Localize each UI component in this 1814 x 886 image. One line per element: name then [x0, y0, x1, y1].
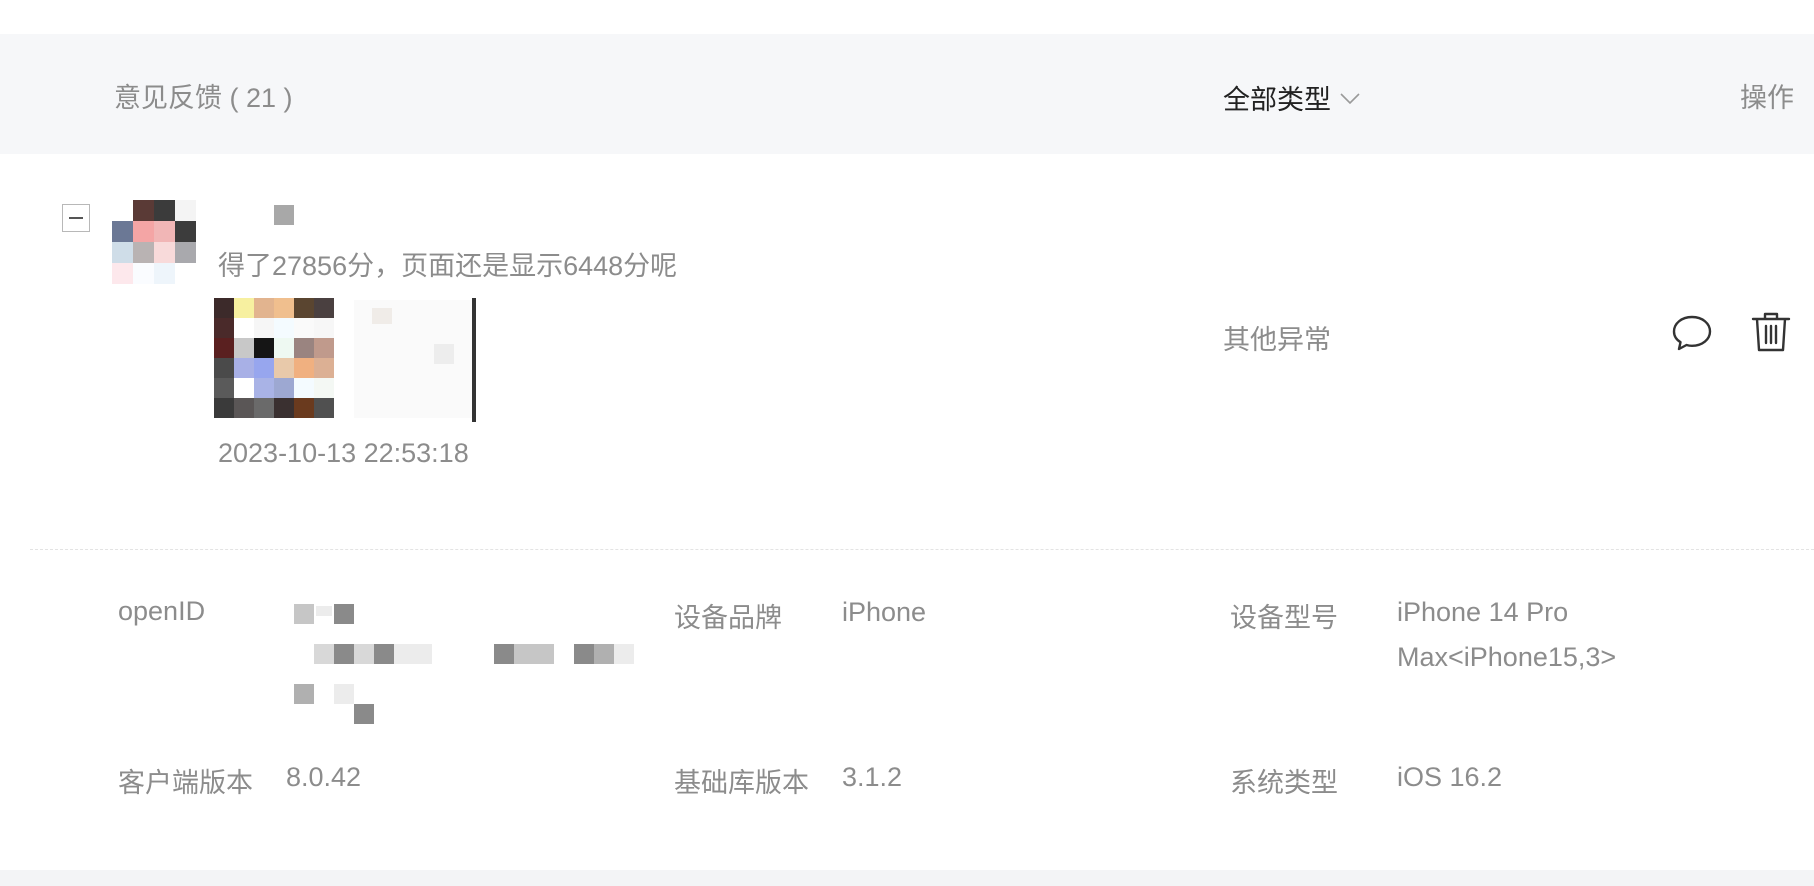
type-filter-label: 全部类型 — [1223, 85, 1331, 115]
feedback-screenshot-thumbnail[interactable] — [214, 298, 476, 422]
section-divider — [30, 549, 1814, 550]
delete-button[interactable] — [1750, 310, 1792, 354]
device-brand-label: 设备品牌 — [674, 603, 782, 633]
screenshot-image — [214, 298, 334, 418]
device-model-value-line2: Max<iPhone15,3> — [1397, 642, 1617, 672]
feedback-category: 其他异常 — [1223, 325, 1331, 355]
client-version-label: 客户端版本 — [118, 768, 253, 798]
comment-bubble-icon — [1672, 315, 1712, 351]
device-model-label: 设备型号 — [1230, 603, 1338, 633]
trash-icon — [1751, 312, 1791, 352]
footer-band — [0, 870, 1814, 886]
feedback-content: 得了27856分，页面还是显示6448分呢 — [218, 251, 678, 281]
reply-button[interactable] — [1671, 312, 1713, 354]
type-filter-dropdown[interactable]: 全部类型 — [1223, 78, 1361, 117]
chevron-down-icon — [1340, 92, 1360, 104]
base-library-version-label: 基础库版本 — [674, 768, 809, 798]
os-type-value: iOS 16.2 — [1397, 762, 1503, 792]
feedback-timestamp: 2023-10-13 22:53:18 — [218, 438, 469, 468]
client-version-value: 8.0.42 — [286, 762, 362, 792]
page-title: 意见反馈 ( 21 ) — [114, 83, 293, 113]
device-model-value-line1: iPhone 14 Pro — [1397, 597, 1569, 627]
base-library-version-value: 3.1.2 — [842, 762, 903, 792]
openid-label: openID — [118, 596, 206, 626]
operations-column-header: 操作 — [1740, 83, 1794, 113]
row-select-checkbox[interactable] — [62, 204, 90, 232]
device-brand-value: iPhone — [842, 597, 927, 627]
redacted-username — [274, 205, 294, 225]
os-type-label: 系统类型 — [1230, 768, 1338, 798]
avatar — [112, 200, 196, 284]
